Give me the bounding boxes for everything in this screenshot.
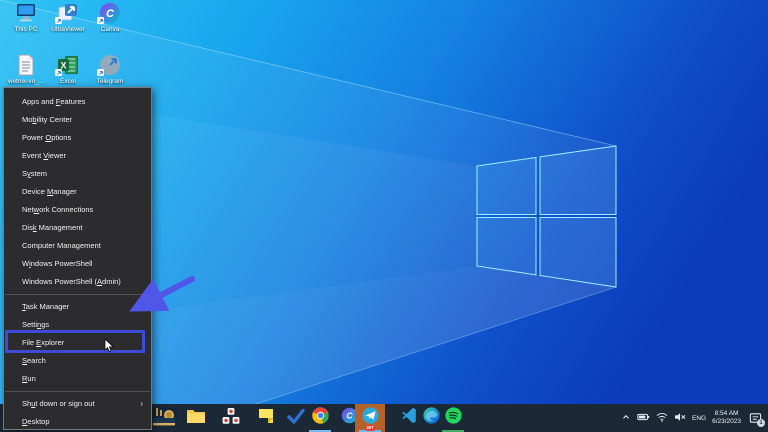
vscode-icon bbox=[401, 407, 417, 429]
desktop-icon-label: Canva bbox=[88, 26, 132, 33]
chrome-icon bbox=[312, 407, 329, 429]
clock-time: 8:54 AM bbox=[712, 410, 741, 418]
submenu-chevron-icon: › bbox=[140, 395, 143, 413]
desktop-icon-this-pc[interactable]: This PC bbox=[4, 2, 48, 33]
menu-item-task-manager[interactable]: Task Manager bbox=[4, 298, 151, 316]
excel-icon: X bbox=[55, 54, 81, 76]
svg-text:C: C bbox=[346, 411, 353, 421]
telegram-icon bbox=[97, 54, 123, 76]
language-indicator[interactable]: ENG bbox=[692, 415, 706, 422]
spotify-icon bbox=[445, 407, 462, 429]
vietnix-doc-icon bbox=[13, 54, 39, 76]
menu-separator bbox=[5, 391, 150, 392]
desktop-icon-label: Excel bbox=[46, 78, 90, 85]
clock-date: 6/23/2023 bbox=[712, 418, 741, 426]
remote-squares-app-icon bbox=[222, 407, 240, 430]
ultraviewer-icon bbox=[55, 2, 81, 24]
taskbar-icon-telegram[interactable]: 307 bbox=[355, 404, 385, 432]
notification-badge: 1 bbox=[757, 419, 765, 427]
menu-item-power-options[interactable]: Power Options bbox=[4, 129, 151, 147]
desktop-icon-label: UltraViewer bbox=[46, 26, 90, 33]
desktop-icon-ultraviewer[interactable]: UltraViewer bbox=[46, 2, 90, 33]
shortcut-arrow-icon bbox=[97, 69, 104, 76]
battery-icon[interactable] bbox=[637, 409, 650, 427]
menu-item-system[interactable]: System bbox=[4, 165, 151, 183]
svg-text:C: C bbox=[106, 8, 115, 20]
desktop-icon-label: Telegram bbox=[88, 78, 132, 85]
taskbar-icon-sticky-notes[interactable] bbox=[251, 404, 281, 432]
menu-item-search[interactable]: Search bbox=[4, 352, 151, 370]
taskbar-icon-harbor-app[interactable] bbox=[149, 404, 179, 432]
shortcut-arrow-icon bbox=[55, 69, 62, 76]
winx-context-menu: Apps and FeaturesMobility CenterPower Op… bbox=[3, 87, 152, 430]
tray-chevron-up-icon[interactable] bbox=[621, 409, 631, 427]
action-center-icon[interactable]: 1 bbox=[747, 410, 763, 426]
shortcut-arrow-icon bbox=[97, 17, 104, 24]
unread-count-badge: 307 bbox=[365, 425, 376, 431]
menu-item-run[interactable]: Run bbox=[4, 370, 151, 388]
desktop-icon-canva[interactable]: C Canva bbox=[88, 2, 132, 33]
desktop-icon-vietnix-doc[interactable]: vietnix-vn_... bbox=[4, 54, 48, 85]
taskbar-icon-chrome[interactable] bbox=[305, 404, 335, 432]
canva-icon: C bbox=[97, 2, 123, 24]
desktop-icon-excel[interactable]: X Excel bbox=[46, 54, 90, 85]
check-app-icon bbox=[287, 408, 305, 429]
menu-item-apps-and-features[interactable]: Apps and Features bbox=[4, 93, 151, 111]
desktop-icon-label: This PC bbox=[4, 26, 48, 33]
clock[interactable]: 8:54 AM 6/23/2023 bbox=[712, 410, 741, 426]
menu-item-event-viewer[interactable]: Event Viewer bbox=[4, 147, 151, 165]
desktop-icon-label: vietnix-vn_... bbox=[4, 78, 48, 85]
harbor-app-icon bbox=[151, 404, 177, 432]
sticky-notes-icon bbox=[258, 408, 274, 429]
shortcut-arrow-icon bbox=[55, 17, 62, 24]
volume-muted-icon[interactable] bbox=[674, 409, 686, 427]
this-pc-icon bbox=[13, 2, 39, 24]
menu-separator bbox=[5, 294, 150, 295]
windows-desktop: This PCUltraViewerCCanvavietnix-vn_...XE… bbox=[0, 0, 768, 432]
menu-item-computer-management[interactable]: Computer Management bbox=[4, 237, 151, 255]
menu-item-mobility-center[interactable]: Mobility Center bbox=[4, 111, 151, 129]
file-explorer-icon bbox=[186, 407, 206, 429]
menu-item-shut-down-or-sign-out[interactable]: Shut down or sign out› bbox=[4, 395, 151, 413]
menu-item-desktop[interactable]: Desktop bbox=[4, 413, 151, 431]
menu-item-disk-management[interactable]: Disk Management bbox=[4, 219, 151, 237]
annotation-highlight-box bbox=[5, 330, 145, 353]
taskbar-icon-spotify[interactable] bbox=[438, 404, 468, 432]
menu-item-windows-powershell-admin[interactable]: Windows PowerShell (Admin) bbox=[4, 273, 151, 291]
menu-item-network-connections[interactable]: Network Connections bbox=[4, 201, 151, 219]
taskbar-icon-file-explorer[interactable] bbox=[181, 404, 211, 432]
menu-item-device-manager[interactable]: Device Manager bbox=[4, 183, 151, 201]
system-tray: ENG 8:54 AM 6/23/2023 1 bbox=[621, 404, 768, 432]
desktop-icon-telegram[interactable]: Telegram bbox=[88, 54, 132, 85]
edge-icon bbox=[423, 407, 440, 429]
wifi-icon[interactable] bbox=[656, 409, 668, 427]
taskbar-icon-remote-squares-app[interactable] bbox=[216, 404, 246, 432]
menu-item-windows-powershell[interactable]: Windows PowerShell bbox=[4, 255, 151, 273]
